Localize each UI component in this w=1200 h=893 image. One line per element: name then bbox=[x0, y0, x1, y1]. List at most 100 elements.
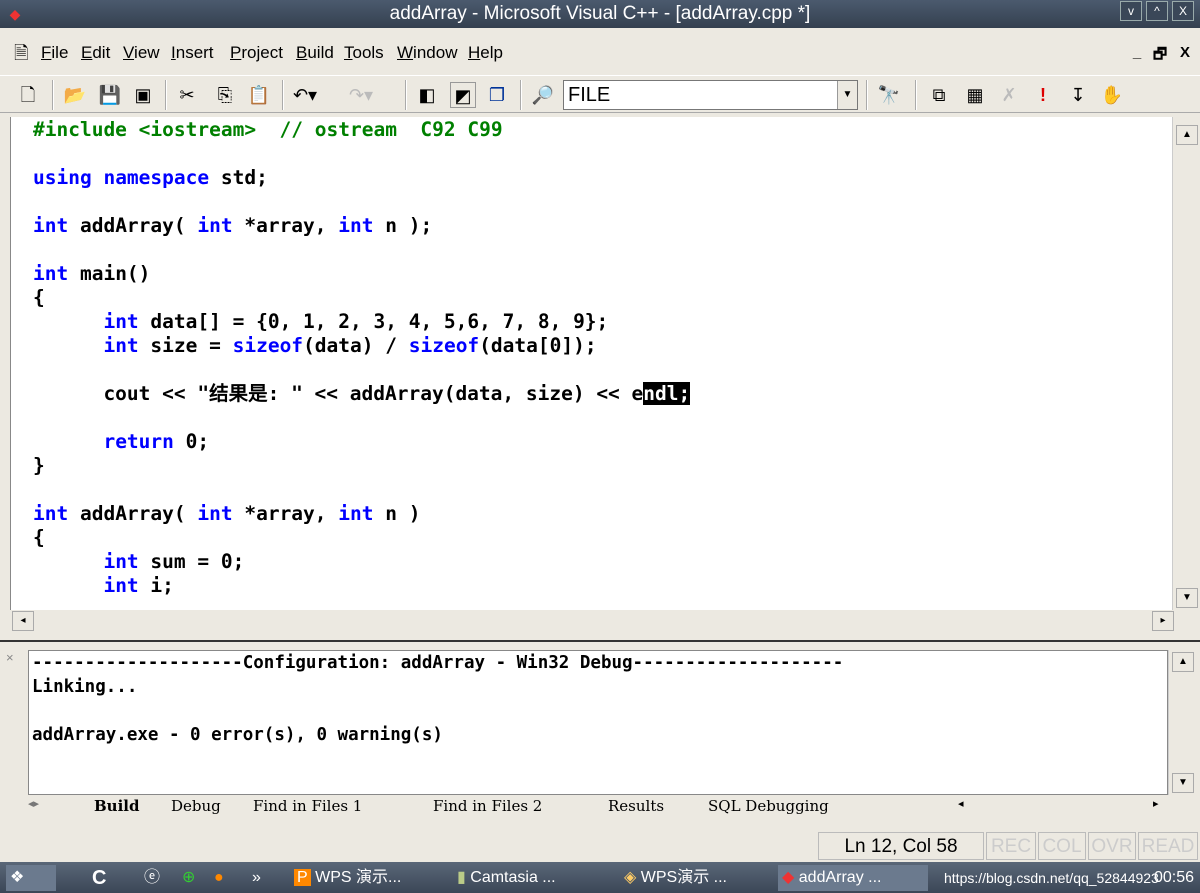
menu-view[interactable]: View bbox=[123, 43, 160, 63]
find-combo[interactable]: FILE ▼ bbox=[563, 80, 858, 110]
taskbar-item-wps-2[interactable]: ◈ WPS演示 ... bbox=[620, 865, 727, 891]
undo-icon[interactable]: ↶▾ bbox=[292, 82, 318, 108]
taskbar: ❖ C ⓔ ⊕ ● » P WPS 演示... ▮ Camtasia ... ◈… bbox=[0, 862, 1200, 893]
menu-insert[interactable]: Insert bbox=[171, 43, 214, 63]
scroll-down-button[interactable]: ▼ bbox=[1176, 588, 1198, 608]
stop-build-icon[interactable]: ✗ bbox=[996, 82, 1022, 108]
menu-project[interactable]: Project bbox=[230, 43, 283, 63]
scroll-up-button[interactable]: ▲ bbox=[1172, 652, 1194, 672]
go-icon[interactable]: ↧ bbox=[1065, 82, 1091, 108]
code-token: i; bbox=[138, 574, 174, 597]
new-text-file-icon[interactable]: 🗋 bbox=[15, 82, 41, 108]
mdi-restore-button[interactable]: 🗗 bbox=[1151, 44, 1169, 63]
breakpoint-icon[interactable]: ✋ bbox=[1099, 82, 1125, 108]
taskbar-item-wps-1[interactable]: P WPS 演示... bbox=[290, 865, 401, 891]
close-button[interactable]: X bbox=[1172, 1, 1194, 21]
menu-edit[interactable]: Edit bbox=[81, 43, 110, 63]
keyword-token: int bbox=[103, 334, 139, 357]
find-in-files-icon[interactable]: 🔎 bbox=[530, 82, 556, 108]
find-icon[interactable]: 🔭 bbox=[876, 82, 902, 108]
scroll-left-button[interactable]: ◂ bbox=[958, 797, 964, 810]
clock: 00:56 bbox=[1154, 869, 1195, 886]
mdi-minimize-button[interactable]: _ bbox=[1128, 44, 1146, 62]
tray-text: https://blog.csdn.net/qq_52844923 bbox=[944, 870, 1159, 886]
output-pane[interactable]: --------------------Configuration: addAr… bbox=[28, 650, 1168, 795]
wps-icon: P bbox=[294, 869, 311, 886]
editor-vertical-scrollbar[interactable]: ▲ ▼ bbox=[1172, 117, 1200, 610]
code-token: n ); bbox=[373, 214, 433, 237]
menu-build[interactable]: Build bbox=[296, 43, 334, 63]
col-indicator: COL bbox=[1038, 832, 1086, 860]
paste-icon[interactable]: 📋 bbox=[246, 82, 272, 108]
output-vertical-scrollbar[interactable]: ▲ ▼ bbox=[1168, 650, 1198, 795]
build-icon[interactable]: ▦ bbox=[962, 82, 988, 108]
app-logo-icon: ◆ bbox=[782, 869, 795, 886]
save-all-icon[interactable]: ▣ bbox=[130, 82, 156, 108]
tab-find-in-files-2[interactable]: Find in Files 2 bbox=[433, 797, 542, 815]
menu-file[interactable]: File bbox=[41, 43, 68, 63]
mdi-close-button[interactable]: X bbox=[1176, 44, 1194, 62]
workspace-icon[interactable]: ◧ bbox=[414, 82, 440, 108]
redo-icon[interactable]: ↷▾ bbox=[348, 82, 374, 108]
read-indicator: READ bbox=[1138, 832, 1198, 860]
taskbar-item-camtasia[interactable]: ▮ Camtasia ... bbox=[453, 865, 556, 891]
compile-icon[interactable]: ⧉ bbox=[926, 82, 952, 108]
tab-debug[interactable]: Debug bbox=[171, 797, 221, 815]
tab-find-in-files-1[interactable]: Find in Files 1 bbox=[253, 797, 362, 815]
selected-text: ndl; bbox=[643, 382, 691, 405]
tab-results[interactable]: Results bbox=[608, 797, 664, 815]
copy-icon[interactable]: ⎘ bbox=[212, 82, 238, 108]
code-token: std; bbox=[209, 166, 268, 189]
output-icon[interactable]: ◩ bbox=[450, 82, 476, 108]
ie-icon[interactable]: ⓔ bbox=[140, 865, 160, 891]
browser-icon[interactable]: ⊕ bbox=[178, 865, 195, 891]
pane-divider[interactable] bbox=[0, 640, 1200, 642]
editor-horizontal-scrollbar[interactable]: ◂ ▸ bbox=[0, 610, 1200, 632]
scroll-right-button[interactable]: ▸ bbox=[1152, 611, 1174, 631]
tab-sql-debugging[interactable]: SQL Debugging bbox=[708, 797, 829, 815]
minimize-button[interactable]: v bbox=[1120, 1, 1142, 21]
tab-scroll-icon[interactable]: ◂▸ bbox=[28, 797, 39, 810]
scroll-up-button[interactable]: ▲ bbox=[1176, 125, 1198, 145]
code-token: } bbox=[33, 454, 45, 477]
menu-tools[interactable]: Tools bbox=[344, 43, 384, 63]
output-tabs: ◂▸ Build Debug Find in Files 1 Find in F… bbox=[28, 795, 1200, 817]
find-combo-value: FILE bbox=[568, 84, 611, 106]
menu-window[interactable]: Window bbox=[397, 43, 457, 63]
scroll-down-button[interactable]: ▼ bbox=[1172, 773, 1194, 793]
status-bar: Ln 12, Col 58 REC COL OVR READ bbox=[0, 828, 1200, 862]
maximize-button[interactable]: ^ bbox=[1146, 1, 1168, 21]
firefox-icon[interactable]: ● bbox=[210, 865, 224, 891]
chevron-down-icon[interactable]: ▼ bbox=[837, 81, 857, 109]
quick-launch-c-icon[interactable]: C bbox=[88, 865, 106, 891]
execute-icon[interactable]: ! bbox=[1030, 82, 1056, 108]
code-editor[interactable]: #include <iostream> // ostream C92 C99 us… bbox=[10, 117, 1172, 610]
comment-token: #include <iostream> // ostream C92 C99 bbox=[33, 118, 503, 141]
code-line: int addArray( int *array, int n ) bbox=[33, 502, 690, 526]
code-line: { bbox=[33, 526, 690, 550]
code-token: sum = 0; bbox=[138, 550, 245, 573]
output-line: addArray.exe - 0 error(s), 0 warning(s) bbox=[32, 725, 443, 745]
cut-icon[interactable]: ✂ bbox=[174, 82, 200, 108]
code-line: int data[] = {0, 1, 2, 3, 4, 5,6, 7, 8, … bbox=[33, 310, 690, 334]
open-icon[interactable]: 📂 bbox=[62, 82, 88, 108]
close-output-icon[interactable]: × bbox=[6, 650, 14, 665]
menu-help[interactable]: Help bbox=[468, 43, 503, 63]
start-button[interactable]: ❖ bbox=[6, 865, 56, 891]
scroll-left-button[interactable]: ◂ bbox=[12, 611, 34, 631]
code-text: #include <iostream> // ostream C92 C99 us… bbox=[33, 118, 691, 598]
taskbar-item-addarray[interactable]: ◆ addArray ... bbox=[778, 865, 928, 891]
output-line: --------------------Configuration: addAr… bbox=[32, 653, 844, 673]
code-token: (data[0]); bbox=[479, 334, 597, 357]
window-list-icon[interactable]: ❐ bbox=[484, 82, 510, 108]
tab-build[interactable]: Build bbox=[94, 797, 139, 815]
more-icon[interactable]: » bbox=[248, 865, 261, 891]
title-bar: ◆ addArray - Microsoft Visual C++ - [add… bbox=[0, 0, 1200, 28]
save-icon[interactable]: 💾 bbox=[97, 82, 123, 108]
scroll-right-button[interactable]: ▸ bbox=[1153, 797, 1159, 810]
